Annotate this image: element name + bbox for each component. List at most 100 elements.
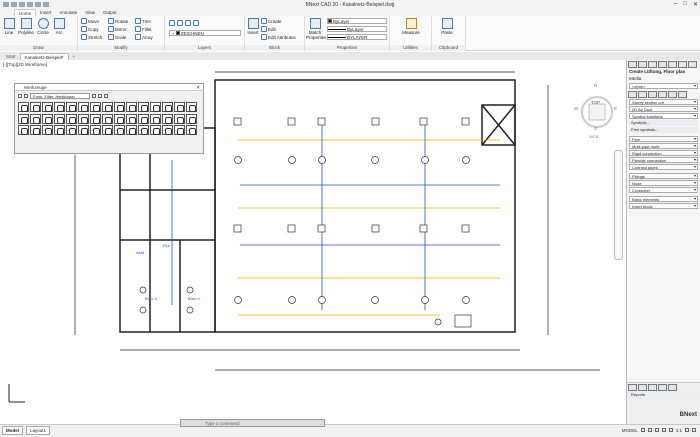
tab-output[interactable]: Output <box>99 9 121 16</box>
edit-attributes-button[interactable]: Edit Attributes <box>261 34 296 40</box>
viewcube-e[interactable]: E <box>614 106 617 111</box>
symbol-tool-button[interactable] <box>90 102 101 112</box>
palette-category-dropdown[interactable]: Form, Filter, Heizkörper <box>30 93 90 99</box>
symbol-tool-button[interactable] <box>150 125 161 135</box>
crossover-item[interactable]: Crossover <box>629 187 698 193</box>
symbol-tool-button[interactable] <box>114 113 125 124</box>
symbol-tool-button[interactable] <box>114 102 125 112</box>
symbol-tool-button[interactable] <box>138 102 149 112</box>
rotate-button[interactable]: Rotate <box>108 18 128 24</box>
symbol-tool-button[interactable] <box>66 113 77 124</box>
insert-block-item[interactable]: Insert block <box>629 203 698 209</box>
symbol-tool-button[interactable] <box>162 125 173 135</box>
forward-icon[interactable] <box>24 94 28 98</box>
symbol-tool-button[interactable] <box>102 113 113 124</box>
symbol-tool-button[interactable] <box>90 125 101 135</box>
symbol-tool-button[interactable] <box>102 102 113 112</box>
arc-button[interactable]: Arc <box>52 18 66 35</box>
symbol-tool-button[interactable] <box>174 102 185 112</box>
symbol-tool-button[interactable] <box>186 102 197 112</box>
back-icon[interactable] <box>18 94 22 98</box>
symbol-tool-button[interactable] <box>102 125 113 135</box>
symbol-tool-button[interactable] <box>78 113 89 124</box>
media-dropdown[interactable]: <ohne> <box>629 83 698 89</box>
free-symbols-item[interactable]: Free symbols... <box>629 127 698 133</box>
symbols-item[interactable]: Symbols... <box>629 120 698 126</box>
annotation-scale[interactable]: 1:1 <box>676 428 682 433</box>
model-tab[interactable]: Model <box>2 426 23 435</box>
symbol-tool-button[interactable] <box>162 113 173 124</box>
basic-elements-item[interactable]: Basic elements <box>629 196 698 202</box>
doc-tab-drawing[interactable]: Kanalnetz-Beispiel* <box>19 53 69 60</box>
snap-icon[interactable] <box>647 428 652 432</box>
match-properties-button[interactable]: Match Properties <box>306 18 327 40</box>
symbol-tool-button[interactable] <box>54 113 65 124</box>
edit-block-button[interactable]: Edit <box>261 26 276 32</box>
symbol-tool-button[interactable] <box>186 113 197 124</box>
symbol-functions-item[interactable]: Symbol functions <box>629 113 698 119</box>
layer-tools[interactable] <box>169 20 199 26</box>
symbol-tool-button[interactable] <box>42 113 53 124</box>
customize-icon[interactable] <box>692 428 696 432</box>
panel-tool-row[interactable] <box>627 90 700 98</box>
symbol-tool-button[interactable] <box>162 102 173 112</box>
flexible-connection-item[interactable]: Flexible connection <box>629 157 698 163</box>
symbol-tool-button[interactable] <box>126 102 137 112</box>
symbol-tool-button[interactable] <box>18 125 29 135</box>
tab-home[interactable]: Home <box>14 9 37 16</box>
symbol-tool-button[interactable] <box>66 125 77 135</box>
storey-section-item[interactable]: Storey section cut <box>629 99 698 105</box>
symbol-tool-button[interactable] <box>126 113 137 124</box>
symbol-tool-button[interactable] <box>174 113 185 124</box>
viewcube-w[interactable]: W <box>574 106 578 111</box>
move-button[interactable]: Move <box>81 18 99 24</box>
lineweight-dropdown[interactable]: BYLAYER <box>327 34 387 40</box>
maximize-icon[interactable]: □ <box>683 1 687 8</box>
symbol-tool-button[interactable] <box>18 102 29 112</box>
command-line[interactable]: Type a command <box>180 419 325 427</box>
color-dropdown[interactable]: ByLayer <box>327 18 387 24</box>
symbol-tool-button[interactable] <box>30 113 41 124</box>
grid-icon[interactable] <box>640 428 645 432</box>
trim-button[interactable]: Trim <box>135 18 151 24</box>
symbol-tool-button[interactable] <box>78 102 89 112</box>
symbol-tool-button[interactable] <box>18 113 29 124</box>
tab-view[interactable]: View <box>81 9 99 16</box>
view-icon[interactable] <box>92 94 96 98</box>
ortho-icon[interactable] <box>654 428 659 432</box>
viewcube-s[interactable]: S <box>594 126 597 131</box>
stretch-button[interactable]: Stretch <box>81 34 102 40</box>
rigid-connection-item[interactable]: Rigid connection <box>629 150 698 156</box>
symbol-tool-button[interactable] <box>42 125 53 135</box>
symbol-tool-button[interactable] <box>174 125 185 135</box>
new-tab-button[interactable]: + <box>69 53 80 60</box>
air-duct-item[interactable]: 2D Air Duct <box>629 106 698 112</box>
array-button[interactable]: Array <box>135 34 153 40</box>
tab-annotate[interactable]: Annotate <box>55 9 81 16</box>
paste-button[interactable]: Paste <box>440 18 454 35</box>
pipe-item[interactable]: Pipe <box>629 136 698 142</box>
navigation-bar[interactable] <box>614 150 623 260</box>
linetype-dropdown[interactable]: ByLayer <box>327 26 387 32</box>
polyline-button[interactable]: Polyline <box>18 18 34 35</box>
fittings-item[interactable]: Fittings <box>629 173 698 179</box>
polar-icon[interactable] <box>661 428 666 432</box>
close-icon[interactable]: ✕ <box>693 1 698 8</box>
symbol-tool-button[interactable] <box>66 102 77 112</box>
model-space-toggle[interactable]: MODEL <box>622 428 638 433</box>
symbol-tool-button[interactable] <box>30 102 41 112</box>
symbol-tool-button[interactable] <box>114 125 125 135</box>
mirror-button[interactable]: Mirror <box>108 26 127 32</box>
fillet-button[interactable]: Fillet <box>135 26 152 32</box>
symbol-tool-button[interactable] <box>30 125 41 135</box>
window-controls[interactable]: – □ ✕ <box>674 1 698 8</box>
tab-insert[interactable]: Insert <box>36 9 55 16</box>
symbol-tool-button[interactable] <box>54 125 65 135</box>
symbol-tool-button[interactable] <box>138 125 149 135</box>
viewcube-top[interactable]: TOP <box>591 100 600 105</box>
minimize-icon[interactable]: – <box>674 1 677 8</box>
workspace-icon[interactable] <box>685 428 689 432</box>
scale-button[interactable]: Scale <box>108 34 126 40</box>
osnap-icon[interactable] <box>668 428 673 432</box>
insert-block-button[interactable]: Insert <box>246 18 260 35</box>
